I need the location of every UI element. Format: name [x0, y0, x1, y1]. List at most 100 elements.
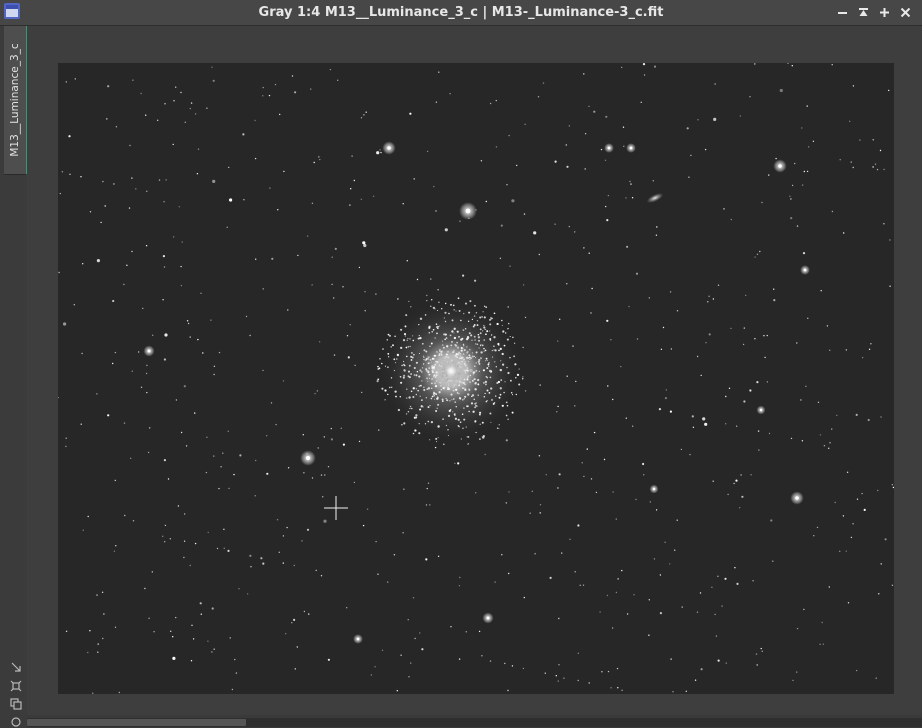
cluster-star: [415, 416, 418, 419]
cluster-star: [418, 432, 421, 435]
cluster-star: [430, 420, 434, 424]
cluster-star: [474, 406, 477, 409]
cluster-star: [448, 312, 450, 315]
cluster-star: [468, 354, 471, 357]
star: [606, 594, 609, 597]
star: [806, 105, 808, 107]
cluster-star: [401, 423, 403, 426]
star: [569, 538, 571, 540]
cluster-star: [473, 398, 475, 401]
star: [283, 170, 285, 173]
star: [311, 477, 314, 479]
cluster-star: [405, 413, 408, 415]
star: [396, 690, 398, 692]
cluster-star: [499, 387, 502, 390]
star: [254, 495, 256, 497]
star: [80, 176, 82, 178]
cluster-star: [393, 358, 396, 361]
zoom-to-fit-icon[interactable]: [10, 680, 22, 692]
star: [197, 338, 199, 341]
star: [563, 677, 565, 679]
clone-view-icon[interactable]: [10, 698, 22, 710]
cluster-star: [477, 333, 480, 336]
view-tab-m13-luminance[interactable]: M13__Luminance_3_c: [4, 26, 28, 175]
cluster-star: [391, 386, 393, 388]
scrollbar-thumb[interactable]: [27, 719, 246, 726]
view-option-icon[interactable]: [10, 716, 22, 728]
cluster-star: [382, 348, 384, 350]
cluster-star: [436, 332, 438, 335]
cluster-star: [418, 375, 421, 378]
star: [200, 292, 202, 294]
star: [556, 411, 558, 413]
cluster-star: [464, 387, 466, 389]
star: [584, 168, 586, 170]
cluster-star: [446, 345, 449, 348]
star: [218, 351, 221, 354]
star: [274, 83, 277, 86]
star: [379, 149, 381, 151]
cluster-star: [470, 334, 473, 337]
star: [362, 241, 366, 245]
star: [522, 284, 525, 286]
star: [303, 610, 306, 613]
close-button[interactable]: [895, 4, 916, 21]
cluster-star: [429, 374, 431, 376]
star: [177, 505, 180, 507]
minimize-button[interactable]: [832, 4, 853, 21]
cluster-star: [506, 366, 508, 369]
star: [172, 656, 176, 661]
cluster-star: [441, 350, 443, 352]
star: [286, 526, 288, 529]
star: [879, 149, 882, 152]
cluster-star: [444, 311, 447, 314]
shade-button[interactable]: [853, 4, 874, 21]
cluster-star: [395, 362, 397, 364]
cluster-star: [471, 355, 474, 358]
star: [859, 139, 861, 141]
star: [806, 170, 809, 173]
cluster-star: [500, 360, 502, 362]
star: [593, 110, 596, 113]
star: [730, 218, 732, 221]
star: [768, 174, 770, 176]
star: [725, 395, 727, 398]
horizontal-scrollbar[interactable]: [27, 718, 922, 727]
star: [254, 157, 257, 160]
app-window-icon[interactable]: [4, 3, 20, 19]
star: [630, 183, 632, 185]
cluster-star: [477, 336, 481, 339]
window-controls: [832, 4, 916, 21]
star: [376, 151, 380, 155]
cluster-star: [507, 418, 509, 420]
star: [185, 445, 188, 447]
cluster-star: [408, 364, 411, 367]
cluster-star: [414, 429, 417, 432]
star: [189, 107, 191, 110]
star: [754, 256, 756, 258]
star: [821, 621, 823, 624]
cluster-star: [435, 393, 438, 396]
star: [558, 473, 561, 476]
cluster-star: [477, 378, 480, 382]
star-field-image[interactable]: [58, 63, 894, 694]
star: [218, 487, 220, 490]
star: [311, 202, 314, 204]
star: [670, 658, 672, 660]
bright-star: [759, 408, 763, 412]
star: [813, 535, 815, 537]
cluster-star: [485, 360, 487, 362]
star: [180, 431, 183, 434]
star: [599, 611, 601, 613]
fit-view-icon[interactable]: [10, 661, 22, 673]
cluster-star: [415, 374, 418, 377]
star: [80, 423, 82, 425]
star: [648, 297, 650, 299]
cluster-star: [458, 397, 461, 400]
maximize-button[interactable]: [874, 4, 895, 21]
title-bar[interactable]: Gray 1:4 M13__Luminance_3_c | M13-_Lumin…: [0, 0, 922, 26]
star: [626, 245, 629, 248]
star: [435, 101, 438, 103]
star: [699, 592, 702, 594]
cluster-star: [413, 374, 416, 376]
